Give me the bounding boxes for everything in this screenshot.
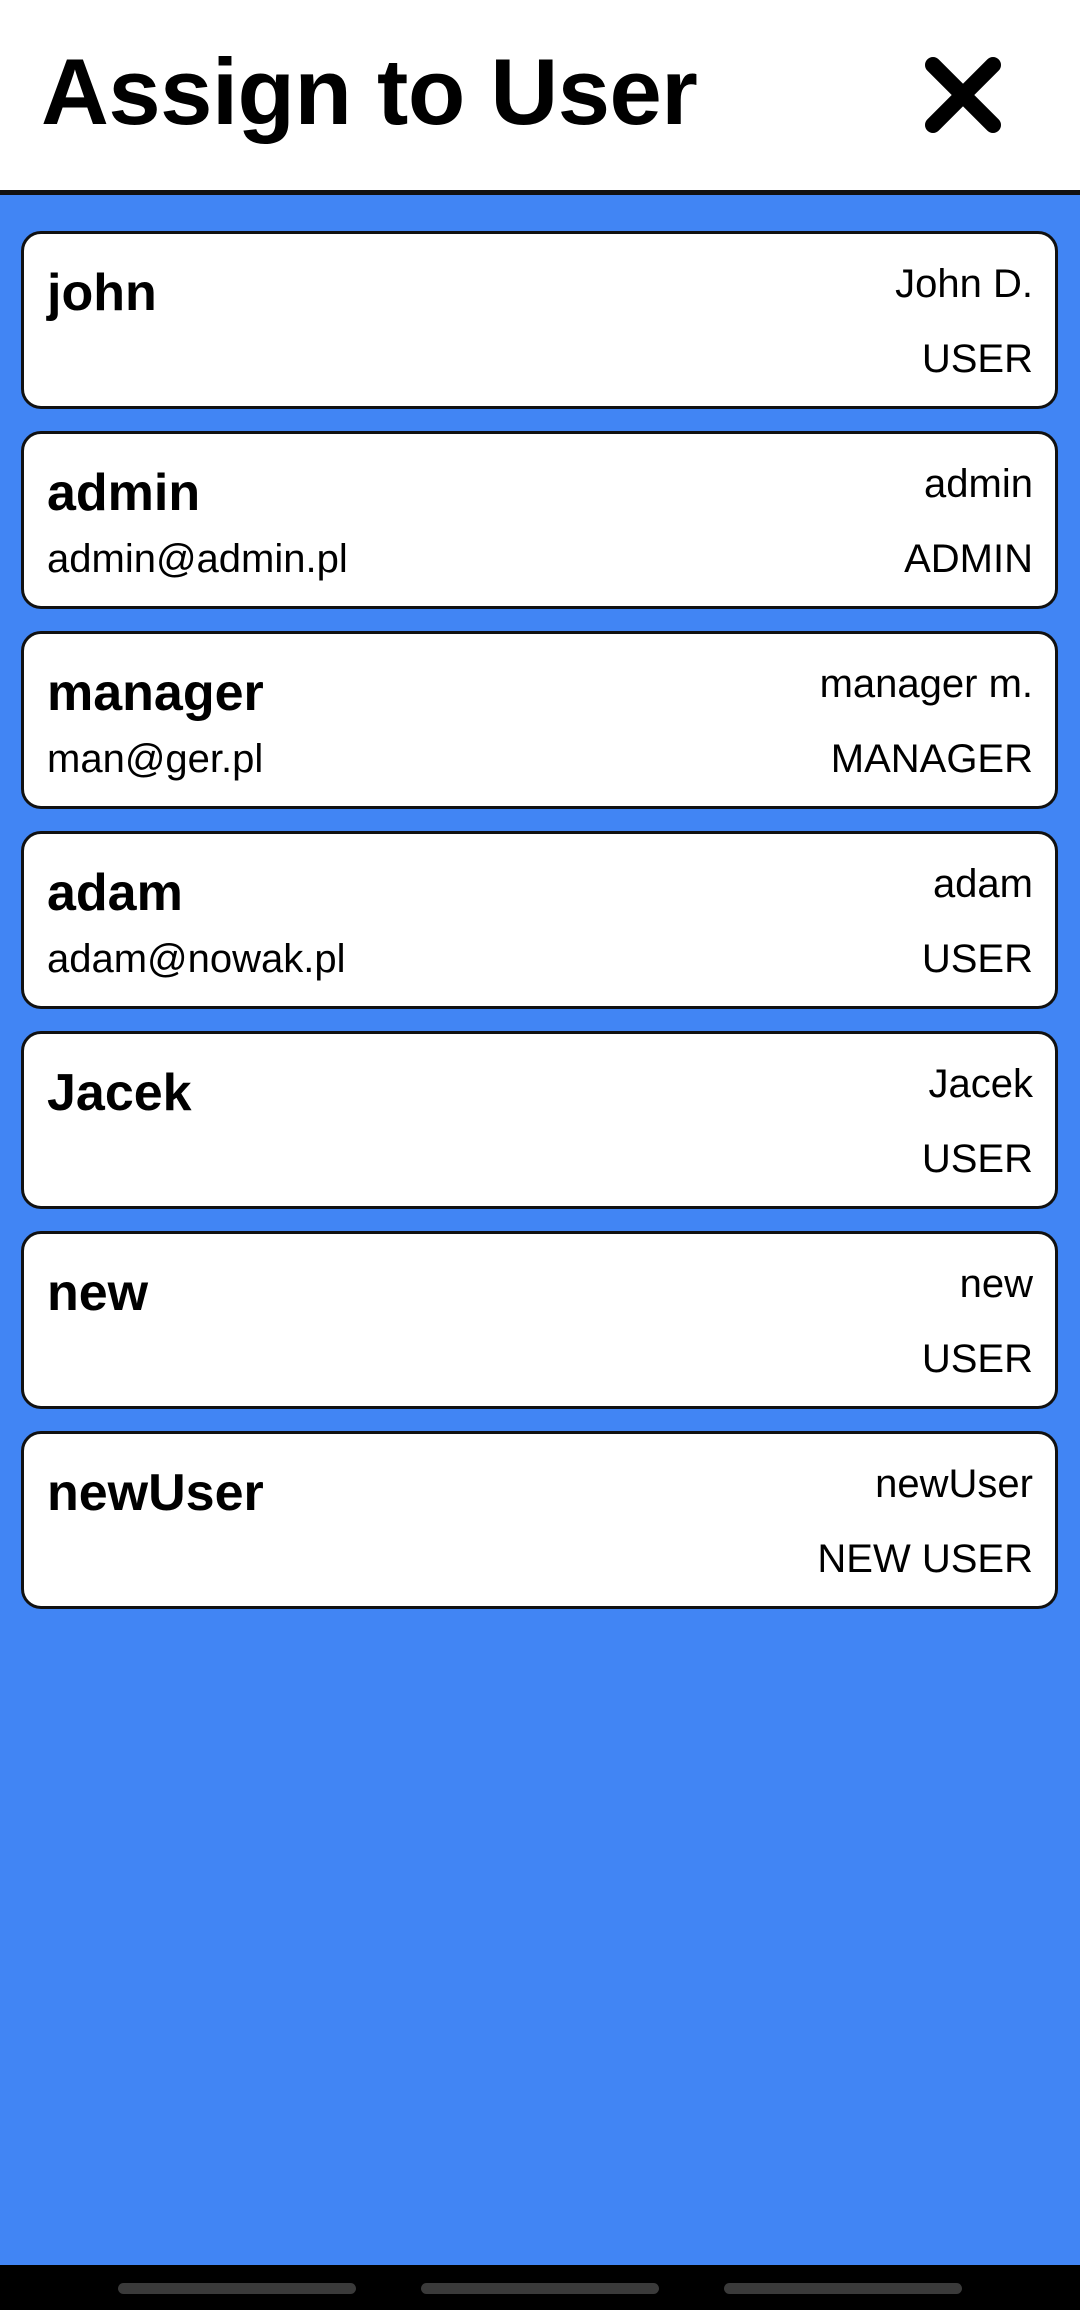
system-navigation-bar [0, 2265, 1080, 2310]
user-card-new[interactable]: new new USER [21, 1231, 1058, 1409]
user-role: MANAGER [830, 737, 1033, 781]
user-role: USER [921, 337, 1033, 381]
user-username: manager [47, 664, 264, 722]
user-username: Jacek [47, 1064, 192, 1122]
user-username: admin [47, 464, 201, 522]
nav-pill-right[interactable] [724, 2283, 962, 2294]
user-full-name: new [959, 1262, 1033, 1306]
user-full-name: John D. [895, 262, 1033, 306]
page-title: Assign to User [41, 39, 698, 144]
user-card-admin[interactable]: admin admin@admin.pl admin ADMIN [21, 431, 1058, 609]
user-card-jacek[interactable]: Jacek Jacek USER [21, 1031, 1058, 1209]
user-username: new [47, 1264, 149, 1322]
user-role: USER [921, 1137, 1033, 1181]
user-role: NEW USER [817, 1537, 1033, 1581]
nav-pill-left[interactable] [118, 2283, 356, 2294]
user-full-name: manager m. [819, 662, 1033, 706]
user-card-newuser[interactable]: newUser newUser NEW USER [21, 1431, 1058, 1609]
user-email: admin@admin.pl [47, 537, 348, 581]
user-full-name: newUser [875, 1462, 1033, 1506]
user-email: adam@nowak.pl [47, 937, 346, 981]
close-icon [925, 57, 1001, 133]
user-username: newUser [47, 1464, 264, 1522]
user-full-name: adam [932, 862, 1033, 906]
user-full-name: Jacek [928, 1062, 1034, 1106]
user-card-manager[interactable]: manager man@ger.pl manager m. MANAGER [21, 631, 1058, 809]
user-role: USER [921, 1337, 1033, 1381]
nav-pill-center[interactable] [421, 2283, 659, 2294]
user-full-name: admin [924, 462, 1033, 506]
user-username: john [47, 264, 157, 322]
user-role: ADMIN [904, 537, 1033, 581]
user-role: USER [921, 937, 1033, 981]
close-button[interactable] [908, 40, 1018, 150]
user-card-adam[interactable]: adam adam@nowak.pl adam USER [21, 831, 1058, 1009]
user-email: man@ger.pl [47, 737, 264, 781]
user-list[interactable]: john John D. USER admin admin@admin.pl a… [0, 195, 1080, 2265]
user-card-john[interactable]: john John D. USER [21, 231, 1058, 409]
dialog-header: Assign to User [0, 0, 1080, 195]
user-username: adam [47, 864, 183, 922]
